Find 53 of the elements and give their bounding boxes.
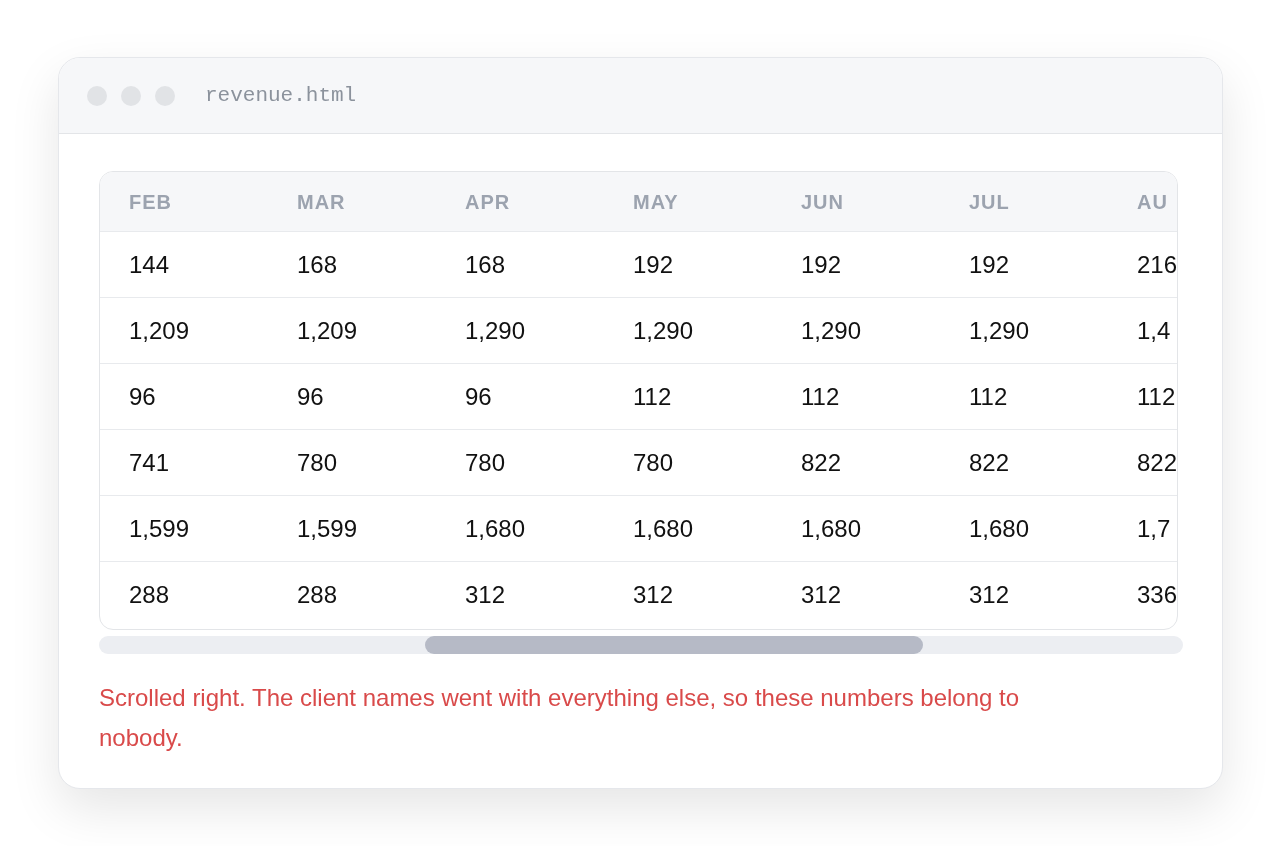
table-cell-text: 312	[801, 580, 842, 610]
table-cell-text: 336	[1137, 580, 1177, 610]
table-cell-text: 1,7	[1137, 513, 1171, 544]
table-cell-text: 112	[1137, 381, 1176, 412]
table-cell-text: 112	[969, 381, 1008, 412]
column-header: FEB	[129, 189, 172, 215]
table-cell-text: 144	[129, 249, 170, 280]
column-header: MAY	[633, 189, 679, 215]
table-cell-text: 780	[297, 447, 338, 478]
table-cell-text: 192	[633, 249, 674, 280]
table-cell-text: 112	[633, 381, 672, 412]
table-cell-text: 1,209	[297, 315, 358, 346]
table-cell-text: 192	[969, 249, 1010, 280]
scrollbar-thumb[interactable]	[425, 636, 923, 654]
table-cell-text: 780	[465, 447, 506, 478]
table-cell-text: 312	[465, 580, 506, 610]
column-header: MAR	[297, 189, 346, 215]
table-cell-text: 96	[465, 381, 492, 412]
table-cell-text: 288	[129, 580, 170, 610]
table-cell-text: 1,680	[969, 513, 1030, 544]
table-cell-text: 312	[969, 580, 1010, 610]
table-cell-text: 192	[801, 249, 842, 280]
table-cell-text: 1,599	[297, 513, 358, 544]
column-header: JUN	[801, 189, 844, 215]
table-cell-text: 822	[1137, 447, 1177, 478]
table-cell-text: 96	[129, 381, 156, 412]
table-cell-text: 112	[801, 381, 840, 412]
table-cell-text: 216	[1137, 249, 1177, 280]
table-cell-text: 1,680	[465, 513, 526, 544]
table-cell-text: 1,209	[129, 315, 190, 346]
table-cell-text: 1,599	[129, 513, 190, 544]
table-cell-text: 1,290	[465, 315, 526, 346]
table-cell-text: 96	[297, 381, 324, 412]
table-cell-text: 822	[969, 447, 1010, 478]
horizontal-scrollbar[interactable]	[99, 636, 1183, 654]
table-cell-text: 1,680	[633, 513, 694, 544]
table-cell-text: 1,680	[801, 513, 862, 544]
table-cell-text: 780	[633, 447, 674, 478]
table-cell-text: 168	[465, 249, 506, 280]
table-cell-text: 822	[801, 447, 842, 478]
table-cell-text: 168	[297, 249, 338, 280]
table-cell-text: 1,290	[633, 315, 694, 346]
column-header: JUL	[969, 189, 1010, 215]
table-cell-text: 288	[297, 580, 338, 610]
table-cell-text: 741	[129, 447, 170, 478]
column-header: APR	[465, 189, 511, 215]
column-header: AU	[1137, 189, 1168, 215]
window-title: revenue.html	[205, 82, 357, 109]
note-text: Scrolled right. The client names went with everything else, so these numbers belong to nobody.	[99, 683, 1021, 753]
table-cell-text: 1,4	[1137, 315, 1171, 346]
table-cell-text: 1,290	[969, 315, 1030, 346]
table-cell-text: 312	[633, 580, 674, 610]
table-cell-text: 1,290	[801, 315, 862, 346]
